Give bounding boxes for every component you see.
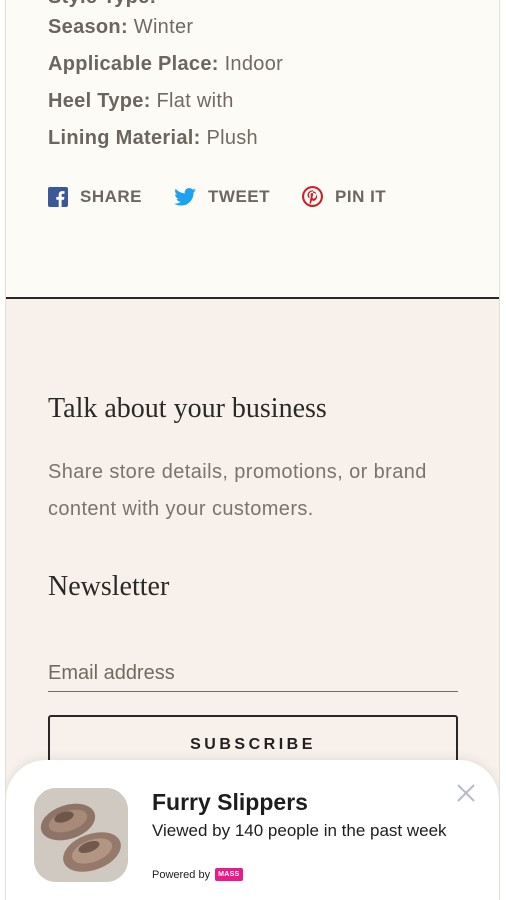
- pin-label: PIN IT: [335, 186, 387, 206]
- newsletter-heading: Newsletter: [48, 571, 170, 602]
- pinterest-pin-button[interactable]: PIN IT: [302, 186, 386, 207]
- spec-label: Season:: [48, 16, 128, 38]
- powered-by: Powered by MASS: [152, 868, 243, 881]
- recent-views-popup[interactable]: Furry Slippers Viewed by 140 people in t…: [6, 760, 499, 900]
- close-icon[interactable]: [455, 782, 477, 804]
- slipper-image: [34, 788, 128, 882]
- spec-label: Heel Type:: [48, 90, 151, 112]
- spec-label: Lining Material:: [48, 127, 201, 149]
- spec-lining-material: Lining Material: Plush: [48, 127, 258, 150]
- about-text: Share store details, promotions, or bran…: [48, 461, 427, 520]
- popup-viewed-text: Viewed by 140 people in the past week: [152, 821, 447, 840]
- product-thumbnail[interactable]: [34, 788, 128, 882]
- spec-value: Flat with: [156, 90, 234, 112]
- email-field[interactable]: Email address: [48, 658, 458, 692]
- page-frame: Style Type: Season: Winter Applicable Pl…: [5, 0, 500, 900]
- about-heading: Talk about your business: [48, 393, 327, 424]
- spec-value: Winter: [133, 16, 194, 38]
- spec-label: Style Type:: [48, 0, 157, 8]
- tweet-label: TWEET: [208, 186, 271, 206]
- facebook-icon: [48, 186, 68, 207]
- spec-value: Plush: [206, 127, 258, 149]
- spec-value: Indoor: [224, 53, 284, 75]
- spec-heel-type: Heel Type: Flat with: [48, 90, 234, 113]
- twitter-icon: [174, 187, 196, 206]
- mass-badge[interactable]: MASS: [215, 868, 243, 881]
- spec-partial-row: Style Type:: [48, 0, 157, 9]
- product-details: Style Type: Season: Winter Applicable Pl…: [6, 0, 499, 298]
- spec-label: Applicable Place:: [48, 53, 219, 75]
- powered-by-label: Powered by: [152, 868, 211, 881]
- facebook-share-button[interactable]: SHARE: [48, 186, 143, 207]
- spec-season: Season: Winter: [48, 16, 193, 39]
- spec-applicable-place: Applicable Place: Indoor: [48, 53, 283, 76]
- social-share-row: SHARE TWEET PIN IT: [48, 186, 418, 207]
- pinterest-icon: [302, 186, 324, 207]
- twitter-tweet-button[interactable]: TWEET: [174, 187, 270, 207]
- share-label: SHARE: [80, 186, 143, 206]
- popup-product-name[interactable]: Furry Slippers: [152, 789, 308, 816]
